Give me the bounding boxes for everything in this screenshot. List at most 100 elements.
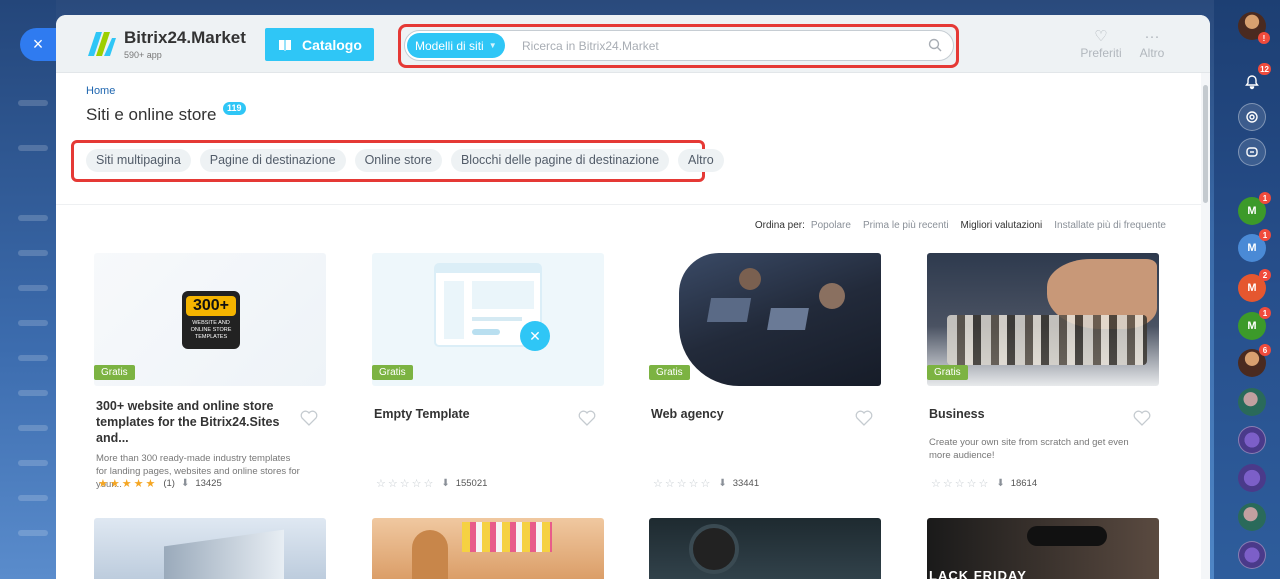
chat-icon[interactable] <box>1238 138 1266 166</box>
close-slider-button[interactable]: × <box>20 28 56 61</box>
app-card-row2[interactable]: LACK FRIDAY <box>927 518 1159 579</box>
content-area: Home Siti e online store 119 Siti multip… <box>56 73 1201 579</box>
search-type-dropdown[interactable]: Modelli di siti ▼ <box>407 33 505 58</box>
right-rail: ! 12 M1 M1 M2 M1 6 <box>1214 0 1280 579</box>
rating-stars: ☆☆☆☆☆ <box>653 478 713 490</box>
chevron-down-icon: ▼ <box>488 41 497 50</box>
more-dots-icon: ··· <box>1144 28 1160 45</box>
app-card-row2[interactable] <box>94 518 326 579</box>
heart-icon[interactable] <box>578 410 596 426</box>
app-card[interactable]: Gratis Business Create your own site fro… <box>927 253 1159 490</box>
card-image: Gratis <box>927 253 1159 386</box>
sort-most-installed[interactable]: Installate più di frequente <box>1054 220 1166 231</box>
contact-avatar-4[interactable]: M1 <box>1238 307 1271 340</box>
search-input[interactable]: Ricerca in Bitrix24.Market <box>522 39 659 53</box>
card-meta: ★★★★★ (1) ⬇ 13425 <box>98 477 222 490</box>
install-count: 33441 <box>732 478 760 489</box>
filter-chip-landing[interactable]: Pagine di destinazione <box>199 149 346 172</box>
background-left <box>0 0 56 579</box>
sort-bar: Ordina per: Popolare Prima le più recent… <box>755 220 1166 231</box>
more-button[interactable]: ··· Altro <box>1127 28 1177 60</box>
contact-avatar-5[interactable]: 6 <box>1238 344 1271 377</box>
app-card[interactable]: ✕ Gratis Empty Template ☆☆☆☆☆ ⬇ 155021 <box>372 253 604 490</box>
page-title: Siti e online store <box>86 105 217 124</box>
card-image: Gratis <box>649 253 881 386</box>
install-count: 18614 <box>1010 478 1038 489</box>
market-panel: Bitrix24.Market 590+ app Catalogo Modell… <box>56 15 1210 579</box>
divider <box>56 204 1201 205</box>
contact-avatar-8[interactable] <box>1238 503 1266 531</box>
user-avatar[interactable]: ! <box>1238 12 1270 44</box>
heart-icon[interactable] <box>300 410 318 426</box>
free-badge: Gratis <box>649 365 690 380</box>
contact-avatar-3[interactable]: M2 <box>1238 269 1271 302</box>
book-icon <box>279 39 291 51</box>
card-title[interactable]: Business <box>927 406 1127 422</box>
catalog-label: Catalogo <box>302 36 362 53</box>
app-card[interactable]: 300+ WEBSITE AND ONLINE STORE TEMPLATES … <box>94 253 326 491</box>
install-count: 155021 <box>455 478 488 489</box>
count-badge: 119 <box>223 102 246 115</box>
contact-avatar-1[interactable]: M1 <box>1238 192 1271 225</box>
logo-title[interactable]: Bitrix24.Market <box>124 28 246 48</box>
filter-chip-store[interactable]: Online store <box>354 149 442 172</box>
rating-count: (1) <box>163 478 175 489</box>
templates-logo: 300+ WEBSITE AND ONLINE STORE TEMPLATES <box>182 291 240 349</box>
rating-stars: ★★★★★ <box>98 478 158 490</box>
notifications-icon[interactable]: 12 <box>1238 63 1271 96</box>
catalog-button[interactable]: Catalogo <box>265 28 374 61</box>
app-card-row2[interactable] <box>649 518 881 579</box>
tools-icon: ✕ <box>520 321 550 351</box>
chess-pieces <box>947 315 1147 365</box>
card-description: Create your own site from scratch and ge… <box>929 437 1129 461</box>
favorites-button[interactable]: ♡ Preferiti <box>1076 28 1126 60</box>
download-icon: ⬇ <box>180 478 190 489</box>
copilot-icon[interactable] <box>1238 103 1266 131</box>
filter-chip-multipage[interactable]: Siti multipagina <box>86 149 191 172</box>
card-meta: ☆☆☆☆☆ ⬇ 33441 <box>653 477 759 490</box>
contact-avatar-6[interactable] <box>1238 388 1266 416</box>
filter-chip-more[interactable]: Altro <box>678 149 724 172</box>
logo-subtitle: 590+ app <box>124 50 162 60</box>
free-badge: Gratis <box>94 365 135 380</box>
card-meta: ☆☆☆☆☆ ⬇ 155021 <box>376 477 487 490</box>
market-logo-icon <box>88 32 116 56</box>
card-image: 300+ WEBSITE AND ONLINE STORE TEMPLATES … <box>94 253 326 386</box>
free-badge: Gratis <box>927 365 968 380</box>
scrollbar-thumb[interactable] <box>1203 85 1208 203</box>
close-icon: × <box>32 34 44 54</box>
heart-icon: ♡ <box>1094 28 1108 45</box>
card-title[interactable]: 300+ website and online store templates … <box>94 398 294 446</box>
group-chat-icon-2[interactable] <box>1238 541 1266 569</box>
office-photo <box>679 253 881 386</box>
download-icon: ⬇ <box>441 478 450 489</box>
filter-chip-blocks[interactable]: Blocchi delle pagine di destinazione <box>450 149 670 172</box>
sort-popular[interactable]: Popolare <box>811 220 851 231</box>
card-image: ✕ Gratis <box>372 253 604 386</box>
group-chat-icon[interactable] <box>1238 426 1266 454</box>
download-icon: ⬇ <box>718 478 727 489</box>
heart-icon[interactable] <box>1133 410 1151 426</box>
rating-stars: ☆☆☆☆☆ <box>376 478 436 490</box>
alert-icon: ! <box>1258 32 1270 44</box>
search-icon[interactable] <box>927 37 943 53</box>
search-bar[interactable]: Modelli di siti ▼ Ricerca in Bitrix24.Ma… <box>404 30 954 61</box>
app-card-row2[interactable] <box>372 518 604 579</box>
breadcrumb[interactable]: Home <box>86 85 115 97</box>
filter-chips: Siti multipagina Pagine di destinazione … <box>86 149 724 172</box>
heart-icon[interactable] <box>855 410 873 426</box>
rating-stars: ☆☆☆☆☆ <box>931 478 991 490</box>
contact-avatar-2[interactable]: M1 <box>1238 229 1271 262</box>
card-title[interactable]: Empty Template <box>372 406 572 422</box>
sort-label: Ordina per: <box>754 220 805 231</box>
card-meta: ☆☆☆☆☆ ⬇ 18614 <box>931 477 1037 490</box>
contact-avatar-7[interactable] <box>1238 464 1266 492</box>
sort-top-rated[interactable]: Migliori valutazioni <box>961 220 1043 231</box>
app-card[interactable]: Gratis Web agency ☆☆☆☆☆ ⬇ 33441 <box>649 253 881 490</box>
download-icon: ⬇ <box>996 478 1005 489</box>
sort-newest[interactable]: Prima le più recenti <box>863 220 949 231</box>
header: Bitrix24.Market 590+ app Catalogo Modell… <box>56 15 1210 73</box>
free-badge: Gratis <box>372 365 413 380</box>
card-title[interactable]: Web agency <box>649 406 849 422</box>
black-friday-text: LACK FRIDAY <box>929 568 1027 579</box>
